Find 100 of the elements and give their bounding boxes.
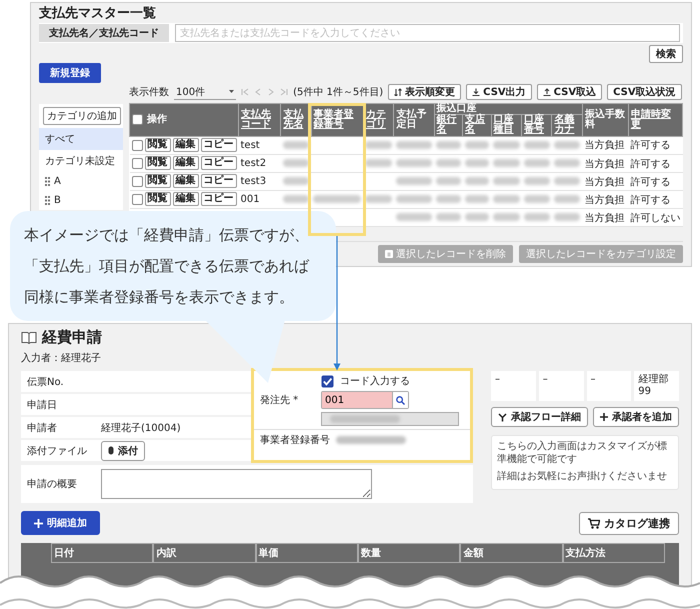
table-cell: 当方負担 bbox=[582, 154, 628, 173]
row-action-button[interactable]: 閲覧 bbox=[144, 174, 170, 188]
header-checkbox[interactable] bbox=[132, 114, 143, 126]
column-header[interactable]: カテゴリ bbox=[363, 104, 394, 136]
blurred-text bbox=[436, 213, 461, 222]
column-header: 日付 bbox=[51, 543, 154, 564]
row-action-button[interactable]: コピー bbox=[200, 138, 236, 152]
add-approver-button[interactable]: 承認者を追加 bbox=[593, 407, 679, 428]
plus-icon bbox=[600, 413, 608, 422]
blurred-text bbox=[493, 141, 520, 150]
blurred-text bbox=[282, 177, 310, 186]
vendor-code-input[interactable]: 001 bbox=[321, 391, 409, 410]
blurred-text bbox=[336, 436, 406, 444]
blurred-text bbox=[282, 159, 310, 168]
column-header[interactable]: 口座番号 bbox=[522, 114, 552, 136]
field-label: 伝票No. bbox=[27, 376, 65, 389]
toolbar-button[interactable]: CSV出力 bbox=[466, 84, 532, 100]
row-checkbox[interactable] bbox=[132, 158, 142, 169]
approver-text: – bbox=[590, 374, 596, 386]
category-name[interactable]: B bbox=[54, 195, 61, 206]
catalog-button[interactable]: カタログ連携 bbox=[579, 512, 679, 535]
sidebar-item[interactable]: すべて bbox=[39, 128, 123, 150]
toolbar-button[interactable]: CSV取込状況 bbox=[607, 84, 682, 100]
approver-text: – bbox=[495, 374, 501, 386]
column-header: 操作 bbox=[147, 114, 167, 125]
grip-icon[interactable] bbox=[45, 196, 50, 205]
table-cell: 当方負担 bbox=[582, 172, 628, 191]
field-label: 申請日 bbox=[27, 398, 58, 412]
table-cell: test2 bbox=[238, 154, 281, 173]
sidebar-item[interactable]: カテゴリ未設定 bbox=[39, 150, 123, 172]
column-header[interactable]: 銀行名 bbox=[434, 114, 463, 136]
column-header[interactable]: 支店名 bbox=[462, 114, 492, 136]
blurred-text bbox=[554, 195, 580, 204]
blurred-text bbox=[493, 195, 520, 204]
column-header[interactable]: 口座種目 bbox=[491, 114, 522, 136]
field-label: 申請の概要 bbox=[27, 478, 78, 492]
new-button[interactable]: 新規登録 bbox=[39, 63, 101, 83]
blurred-text bbox=[436, 159, 461, 168]
column-header: 単価 bbox=[256, 543, 358, 564]
search-field[interactable]: 支払先名または支払先コードを入力してください bbox=[175, 24, 680, 42]
blurred-text bbox=[524, 141, 550, 150]
table-cell: test bbox=[238, 136, 281, 155]
blurred-text bbox=[436, 177, 461, 186]
caret-icon[interactable] bbox=[229, 90, 234, 93]
book-icon bbox=[21, 331, 37, 344]
blurred-text bbox=[524, 195, 550, 204]
column-header[interactable]: 支払先コード bbox=[238, 104, 281, 136]
toolbar-button[interactable]: 表示順変更 bbox=[388, 84, 462, 100]
row-action-button[interactable]: 編集 bbox=[172, 192, 198, 206]
row-action-button[interactable]: コピー bbox=[200, 156, 236, 170]
blurred-text bbox=[464, 159, 490, 168]
paperclip-icon bbox=[108, 446, 114, 456]
form-title: 経費申請 bbox=[42, 328, 102, 348]
table-cell: 許可する bbox=[628, 136, 682, 155]
category-row[interactable]: B bbox=[39, 191, 123, 210]
column-header[interactable]: 名義カナ bbox=[552, 114, 582, 136]
row-checkbox[interactable] bbox=[132, 140, 142, 151]
row-checkbox[interactable] bbox=[132, 194, 142, 205]
field-label: 発注先 * bbox=[260, 394, 300, 408]
blurred-text bbox=[330, 415, 400, 424]
blurred-text bbox=[396, 195, 432, 204]
attach-button[interactable]: 添付 bbox=[101, 440, 145, 461]
row-action-button[interactable]: 閲覧 bbox=[144, 192, 170, 206]
category-row[interactable]: A bbox=[39, 172, 123, 191]
download-icon bbox=[472, 88, 480, 96]
blurred-text bbox=[464, 213, 490, 222]
row-action-button[interactable]: 編集 bbox=[172, 174, 198, 188]
table-cell: test3 bbox=[238, 172, 281, 191]
row-action-button[interactable]: 編集 bbox=[172, 156, 198, 170]
blurred-text bbox=[396, 159, 432, 168]
blurred-text bbox=[313, 195, 362, 204]
column-header: 支払予定日 bbox=[394, 104, 434, 136]
plus-icon bbox=[34, 518, 43, 528]
trash-icon bbox=[385, 250, 393, 258]
vendor-code-field[interactable]: 001 bbox=[322, 392, 392, 408]
blurred-text bbox=[493, 159, 520, 168]
row-action-button[interactable]: コピー bbox=[200, 192, 236, 206]
row-action-button[interactable]: 閲覧 bbox=[144, 138, 170, 152]
row-action-button[interactable]: 閲覧 bbox=[144, 156, 170, 170]
search-button[interactable]: 検索 bbox=[649, 45, 683, 63]
row-checkbox[interactable] bbox=[132, 176, 142, 187]
add-line-button[interactable]: 明細追加 bbox=[21, 511, 100, 536]
add-category-button[interactable]: カテゴリの追加 bbox=[43, 107, 121, 125]
toolbar-button[interactable]: CSV取込 bbox=[536, 84, 602, 100]
blurred-text bbox=[365, 159, 392, 168]
row-action-button[interactable]: コピー bbox=[200, 174, 236, 188]
summary-field[interactable] bbox=[101, 469, 372, 500]
code-input-checkbox[interactable] bbox=[321, 374, 334, 388]
approval-flow-button[interactable]: 承認フロー詳細 bbox=[491, 407, 588, 428]
checkbox-label[interactable]: コード入力する bbox=[340, 374, 410, 388]
page-size-select[interactable]: 100件 bbox=[174, 84, 236, 100]
row-action-button[interactable]: 編集 bbox=[172, 138, 198, 152]
field-label: 事業者登録番号 bbox=[260, 434, 330, 448]
category-name[interactable]: A bbox=[54, 176, 61, 187]
blurred-text bbox=[554, 159, 580, 168]
column-header[interactable]: 申請時変更 bbox=[628, 104, 682, 136]
search-button[interactable] bbox=[392, 392, 408, 408]
grip-icon[interactable] bbox=[45, 177, 50, 186]
blurred-text bbox=[524, 159, 550, 168]
entered-by: 入力者：経理花子 bbox=[21, 352, 102, 366]
